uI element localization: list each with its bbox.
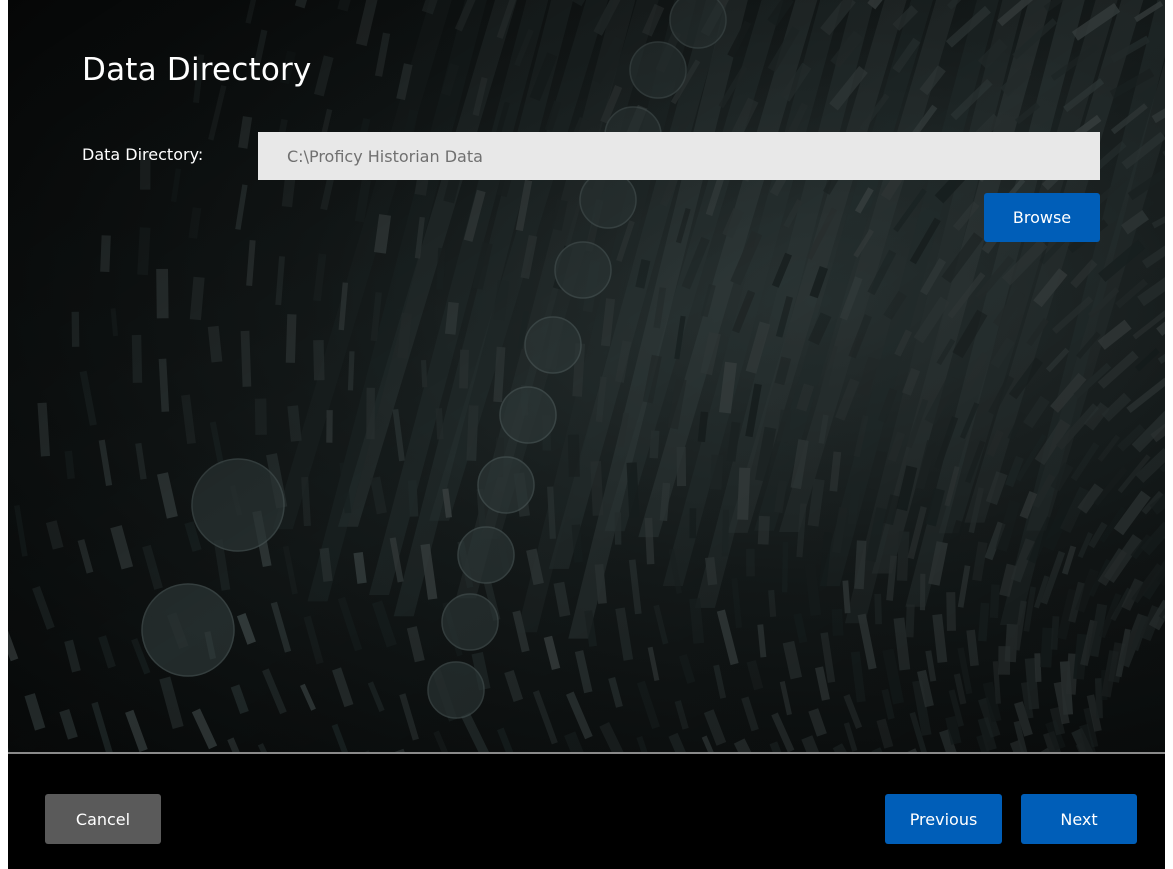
browse-button[interactable]: Browse — [984, 193, 1100, 242]
previous-button[interactable]: Previous — [885, 794, 1002, 844]
footer-divider — [8, 752, 1165, 754]
turbine-blades-image — [8, 0, 1165, 752]
installer-window: Data Directory Data Directory: Browse Ca… — [8, 0, 1165, 869]
data-directory-label: Data Directory: — [82, 145, 204, 164]
data-directory-input[interactable] — [258, 132, 1100, 180]
page-title: Data Directory — [82, 52, 312, 88]
hero-background: Data Directory Data Directory: Browse — [8, 0, 1165, 752]
next-button[interactable]: Next — [1021, 794, 1137, 844]
cancel-button[interactable]: Cancel — [45, 794, 161, 844]
